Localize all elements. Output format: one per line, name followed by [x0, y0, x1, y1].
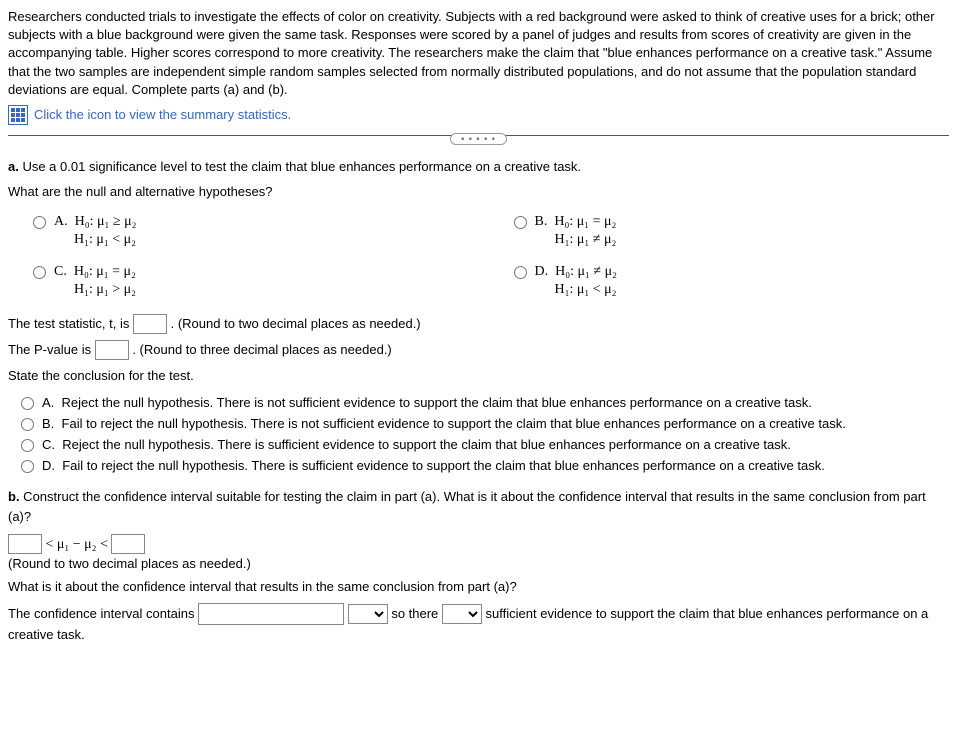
concl-text-c: Reject the null hypothesis. There is suf… — [62, 437, 791, 452]
hypotheses-question: What are the null and alternative hypoth… — [8, 182, 949, 202]
concl-a[interactable]: A. Reject the null hypothesis. There is … — [16, 395, 949, 410]
concl-radio-b[interactable] — [21, 418, 34, 431]
concl-text-d: Fail to reject the null hypothesis. Ther… — [62, 458, 825, 473]
tstat-post: . (Round to two decimal places as needed… — [171, 316, 421, 331]
concl-label-c: C. — [42, 437, 55, 452]
radio-d[interactable] — [514, 266, 527, 279]
choice-b[interactable]: B. H₀: μ₁ = μ₂ H₁: μ₁ ≠ μ₂ — [509, 214, 950, 248]
summary-link-text: Click the icon to view the summary stati… — [34, 107, 291, 122]
h1-d: H₁: μ₁ < μ₂ — [535, 282, 617, 298]
pval-input[interactable] — [95, 340, 129, 360]
h1-c: H₁: μ₁ > μ₂ — [54, 282, 136, 298]
collapse-handle[interactable]: • • • • • — [450, 133, 507, 145]
radio-a[interactable] — [33, 216, 46, 229]
part-b-prompt: Construct the confidence interval suitab… — [8, 489, 926, 524]
choice-d[interactable]: D. H₀: μ₁ ≠ μ₂ H₁: μ₁ < μ₂ — [509, 264, 950, 298]
concl-label-a: A. — [42, 395, 54, 410]
concl-radio-c[interactable] — [21, 439, 34, 452]
h0-a: H₀: μ₁ ≥ μ₂ — [75, 214, 137, 229]
problem-intro: Researchers conducted trials to investig… — [8, 8, 949, 99]
part-a-label: a. — [8, 159, 19, 174]
sentence-mid: so there — [391, 606, 442, 621]
h0-b: H₀: μ₁ = μ₂ — [554, 214, 616, 229]
radio-c[interactable] — [33, 266, 46, 279]
tstat-input[interactable] — [133, 314, 167, 334]
choice-c[interactable]: C. H₀: μ₁ = μ₂ H₁: μ₁ > μ₂ — [28, 264, 469, 298]
choice-a[interactable]: A. H₀: μ₁ ≥ μ₂ H₁: μ₁ < μ₂ — [28, 214, 469, 248]
ci-lower-input[interactable] — [8, 534, 42, 554]
radio-b[interactable] — [514, 216, 527, 229]
h0-d: H₀: μ₁ ≠ μ₂ — [555, 264, 617, 279]
conclusion-choices: A. Reject the null hypothesis. There is … — [16, 395, 949, 473]
ci-upper-input[interactable] — [111, 534, 145, 554]
tstat-pre: The test statistic, t, is — [8, 316, 133, 331]
ci-contains-select[interactable] — [348, 604, 388, 624]
pval-pre: The P-value is — [8, 342, 95, 357]
concl-label-b: B. — [42, 416, 54, 431]
ci-round-note: (Round to two decimal places as needed.) — [8, 556, 949, 571]
label-c: C. — [54, 264, 67, 279]
ci-followup: What is it about the confidence interval… — [8, 577, 949, 597]
concl-b[interactable]: B. Fail to reject the null hypothesis. T… — [16, 416, 949, 431]
part-a-prompt: Use a 0.01 significance level to test th… — [19, 159, 581, 174]
ci-contains-input[interactable] — [198, 603, 344, 625]
hypotheses-choices: A. H₀: μ₁ ≥ μ₂ H₁: μ₁ < μ₂ B. H₀: μ₁ = μ… — [28, 214, 949, 298]
label-a: A. — [54, 214, 68, 229]
ci-mid: < μ₁ − μ₂ < — [46, 537, 112, 552]
conclusion-question: State the conclusion for the test. — [8, 366, 949, 386]
concl-d[interactable]: D. Fail to reject the null hypothesis. T… — [16, 458, 949, 473]
h1-a: H₁: μ₁ < μ₂ — [54, 232, 136, 248]
pval-post: . (Round to three decimal places as need… — [132, 342, 391, 357]
label-b: B. — [535, 214, 548, 229]
concl-radio-a[interactable] — [21, 397, 34, 410]
concl-c[interactable]: C. Reject the null hypothesis. There is … — [16, 437, 949, 452]
concl-text-b: Fail to reject the null hypothesis. Ther… — [62, 416, 846, 431]
label-d: D. — [535, 264, 549, 279]
part-b-label: b. — [8, 489, 20, 504]
concl-label-d: D. — [42, 458, 55, 473]
table-icon — [8, 105, 28, 125]
h1-b: H₁: μ₁ ≠ μ₂ — [535, 232, 617, 248]
concl-radio-d[interactable] — [21, 460, 34, 473]
concl-text-a: Reject the null hypothesis. There is not… — [62, 395, 812, 410]
sentence-pre: The confidence interval contains — [8, 606, 198, 621]
summary-stats-link[interactable]: Click the icon to view the summary stati… — [8, 105, 949, 125]
so-there-select[interactable] — [442, 604, 482, 624]
h0-c: H₀: μ₁ = μ₂ — [74, 264, 136, 279]
